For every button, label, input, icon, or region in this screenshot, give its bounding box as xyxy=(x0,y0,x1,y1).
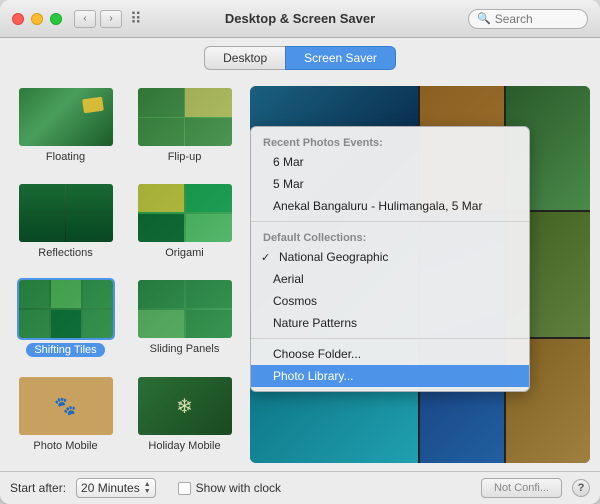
search-box[interactable]: 🔍 xyxy=(468,9,588,29)
wallpaper-thumb-sliding xyxy=(136,278,234,340)
start-after-label: Start after: xyxy=(10,481,66,495)
wallpaper-label-floating: Floating xyxy=(46,151,85,163)
window-title: Desktop & Screen Saver xyxy=(225,11,375,26)
navigation-arrows: ‹ › xyxy=(74,10,122,28)
dropdown-item-nature[interactable]: Nature Patterns xyxy=(251,312,529,334)
default-collections-header: Default Collections: xyxy=(251,226,529,246)
dropdown-item-choosefolder[interactable]: Choose Folder... xyxy=(251,343,529,365)
wallpaper-item-photomobile[interactable]: Photo Mobile xyxy=(10,375,121,463)
dropdown-item-natgeo[interactable]: National Geographic xyxy=(251,246,529,268)
back-arrow[interactable]: ‹ xyxy=(74,10,96,28)
window-controls xyxy=(12,13,62,25)
tab-desktop[interactable]: Desktop xyxy=(204,46,285,70)
wallpaper-label-flipup: Flip-up xyxy=(168,151,202,163)
maximize-button[interactable] xyxy=(50,13,62,25)
wallpaper-item-origami[interactable]: Origami xyxy=(129,182,240,270)
wallpaper-item-floating[interactable]: Floating xyxy=(10,86,121,174)
show-with-clock[interactable]: Show with clock xyxy=(178,481,281,495)
source-dropdown: Recent Photos Events: 6 Mar 5 Mar Anekal… xyxy=(250,126,530,392)
dropdown-separator-2 xyxy=(251,338,529,339)
dropdown-item-6mar[interactable]: 6 Mar xyxy=(251,151,529,173)
wallpaper-item-shifting[interactable]: Shifting Tiles xyxy=(10,278,121,368)
wallpaper-label-shifting: Shifting Tiles xyxy=(26,343,104,357)
wallpaper-thumb-reflections xyxy=(17,182,115,244)
dropdown-item-cosmos[interactable]: Cosmos xyxy=(251,290,529,312)
preview-area: Recent Photos Events: 6 Mar 5 Mar Anekal… xyxy=(250,86,590,463)
right-panel: Recent Photos Events: 6 Mar 5 Mar Anekal… xyxy=(250,86,590,463)
search-input[interactable] xyxy=(495,12,585,26)
wallpaper-grid: Floating Flip-up Reflections xyxy=(10,86,240,463)
wallpaper-label-photomobile: Photo Mobile xyxy=(33,440,97,452)
dropdown-separator-1 xyxy=(251,221,529,222)
wallpaper-thumb-floating xyxy=(17,86,115,148)
show-with-clock-label: Show with clock xyxy=(196,481,281,495)
minimize-button[interactable] xyxy=(31,13,43,25)
wallpaper-label-origami: Origami xyxy=(165,247,204,259)
dropdown-item-photolibrary[interactable]: Photo Library... xyxy=(251,365,529,387)
forward-arrow[interactable]: › xyxy=(100,10,122,28)
wallpaper-thumb-origami xyxy=(136,182,234,244)
grid-icon[interactable]: ⠿ xyxy=(130,9,142,29)
recent-photos-header: Recent Photos Events: xyxy=(251,131,529,151)
start-after-value: 20 Minutes xyxy=(81,481,140,495)
close-button[interactable] xyxy=(12,13,24,25)
select-arrows-icon: ▲▼ xyxy=(144,481,151,495)
wallpaper-label-holidaymobile: Holiday Mobile xyxy=(148,440,220,452)
wallpaper-thumb-holidaymobile: ❄ xyxy=(136,375,234,437)
tabs-bar: Desktop Screen Saver xyxy=(0,38,600,78)
titlebar: ‹ › ⠿ Desktop & Screen Saver 🔍 xyxy=(0,0,600,38)
show-with-clock-checkbox[interactable] xyxy=(178,482,191,495)
help-button[interactable]: ? xyxy=(572,479,590,497)
wallpaper-thumb-shifting xyxy=(17,278,115,340)
main-content: Floating Flip-up Reflections xyxy=(0,78,600,471)
wallpaper-thumb-photomobile xyxy=(17,375,115,437)
main-window: ‹ › ⠿ Desktop & Screen Saver 🔍 Desktop S… xyxy=(0,0,600,504)
start-after-select[interactable]: 20 Minutes ▲▼ xyxy=(76,478,156,498)
wallpaper-item-holidaymobile[interactable]: ❄ Holiday Mobile xyxy=(129,375,240,463)
wallpaper-label-sliding: Sliding Panels xyxy=(150,343,220,355)
dropdown-item-5mar[interactable]: 5 Mar xyxy=(251,173,529,195)
tab-screensaver[interactable]: Screen Saver xyxy=(285,46,396,70)
bottom-bar: Start after: 20 Minutes ▲▼ Show with clo… xyxy=(0,471,600,504)
wallpaper-thumb-flipup xyxy=(136,86,234,148)
wallpaper-item-flipup[interactable]: Flip-up xyxy=(129,86,240,174)
dropdown-item-aerial[interactable]: Aerial xyxy=(251,268,529,290)
wallpaper-item-sliding[interactable]: Sliding Panels xyxy=(129,278,240,368)
dropdown-item-anekal[interactable]: Anekal Bangaluru - Hulimangala, 5 Mar xyxy=(251,195,529,217)
wallpaper-label-reflections: Reflections xyxy=(38,247,92,259)
search-icon: 🔍 xyxy=(477,12,491,25)
left-panel: Floating Flip-up Reflections xyxy=(10,86,240,463)
not-configure-button[interactable]: Not Confi... xyxy=(481,478,562,498)
wallpaper-item-reflections[interactable]: Reflections xyxy=(10,182,121,270)
